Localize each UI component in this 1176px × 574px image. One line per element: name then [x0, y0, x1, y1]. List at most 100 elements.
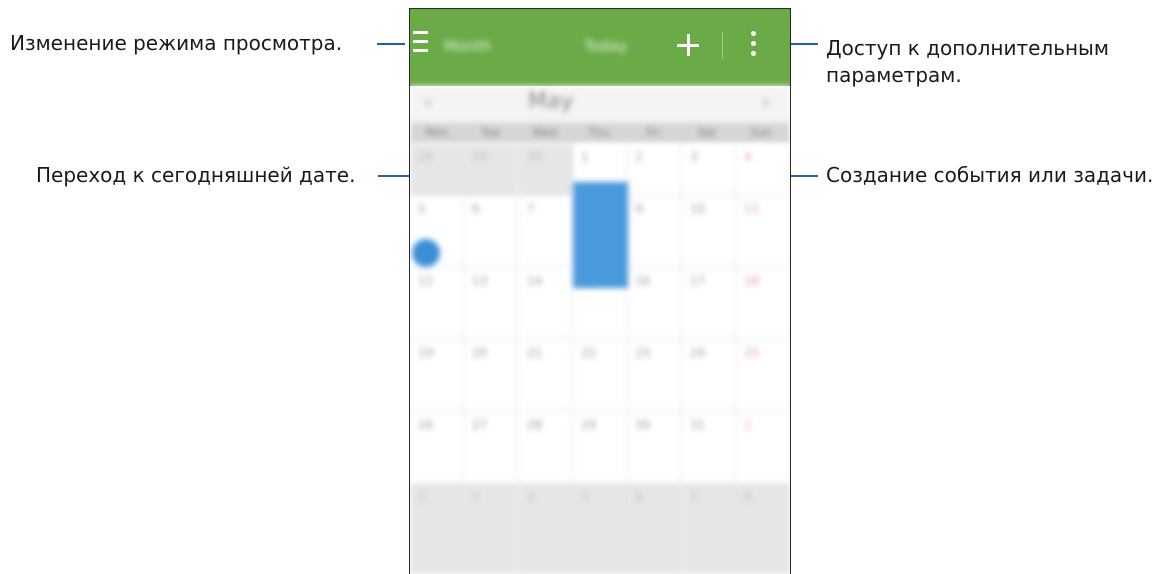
day-number: 24: [690, 346, 706, 360]
calendar-day-cell[interactable]: 1: [736, 412, 790, 484]
view-mode-label[interactable]: Month: [444, 37, 491, 55]
day-number: 3: [472, 490, 480, 504]
today-marker: [412, 239, 440, 267]
calendar-day-cell[interactable]: 29: [573, 412, 627, 484]
weekday-label: Wed: [533, 126, 557, 139]
calendar-day-cell[interactable]: 4: [736, 144, 790, 196]
day-number: 2: [418, 490, 426, 504]
phone-screen: Month Today ‹ May › Mon Tue Wed Thu Fri Sat Su…: [409, 8, 791, 574]
more-options-icon[interactable]: [751, 29, 757, 59]
calendar-day-cell[interactable]: 16: [627, 268, 681, 340]
weekday-header: Mon Tue Wed Thu Fri Sat Sun: [410, 122, 790, 144]
calendar-day-cell[interactable]: 3: [682, 144, 736, 196]
calendar-day-cell[interactable]: 29: [464, 144, 518, 196]
calendar-day-cell[interactable]: 25: [736, 340, 790, 412]
calendar-day-cell[interactable]: 27: [464, 412, 518, 484]
day-number: 6: [472, 202, 480, 216]
day-number: 27: [472, 418, 488, 432]
day-number: 12: [418, 274, 434, 288]
weekday-label: Sun: [750, 126, 772, 139]
calendar-day-cell[interactable]: 8: [736, 484, 790, 574]
annotation-today: Переход к сегодняшней дате.: [36, 163, 356, 187]
day-number: 19: [418, 346, 434, 360]
day-number: 18: [744, 274, 760, 288]
calendar-day-cell[interactable]: 4: [519, 484, 573, 574]
calendar-day-cell[interactable]: 7: [682, 484, 736, 574]
month-navigation: ‹ May ›: [410, 86, 790, 122]
day-number: 28: [527, 418, 543, 432]
calendar-day-cell[interactable]: 19: [410, 340, 464, 412]
month-title: May: [528, 89, 574, 114]
next-month-arrow[interactable]: ›: [762, 90, 770, 114]
day-number: 7: [527, 202, 535, 216]
day-number: 4: [527, 490, 535, 504]
add-icon[interactable]: [677, 34, 699, 56]
calendar-day-cell[interactable]: 17: [682, 268, 736, 340]
calendar-day-cell[interactable]: 31: [682, 412, 736, 484]
calendar-day-cell[interactable]: 23: [627, 340, 681, 412]
calendar-day-cell[interactable]: 28: [519, 412, 573, 484]
action-bar: Month Today: [410, 9, 790, 86]
calendar-day-cell[interactable]: 21: [519, 340, 573, 412]
day-number: 28: [418, 150, 434, 164]
calendar-day-cell[interactable]: 18: [736, 268, 790, 340]
day-number: 29: [581, 418, 597, 432]
calendar-day-cell[interactable]: 14: [519, 268, 573, 340]
calendar-day-cell[interactable]: 28: [410, 144, 464, 196]
day-number: 25: [744, 346, 760, 360]
day-number: 17: [690, 274, 706, 288]
calendar-day-cell[interactable]: 6: [464, 196, 518, 268]
day-number: 9: [635, 202, 643, 216]
day-number: 7: [690, 490, 698, 504]
today-button[interactable]: Today: [584, 37, 627, 55]
action-bar-divider: [722, 31, 723, 59]
weekday-label: Thu: [588, 126, 610, 139]
day-number: 1: [744, 418, 752, 432]
calendar-event[interactable]: [573, 182, 628, 288]
day-number: 22: [581, 346, 597, 360]
calendar-day-cell[interactable]: 13: [464, 268, 518, 340]
day-number: 31: [690, 418, 706, 432]
calendar-day-cell[interactable]: 30: [519, 144, 573, 196]
calendar-day-cell[interactable]: 26: [410, 412, 464, 484]
day-number: 1: [581, 150, 589, 164]
prev-month-arrow[interactable]: ‹: [424, 90, 432, 114]
day-number: 30: [635, 418, 651, 432]
calendar-day-cell[interactable]: 3: [464, 484, 518, 574]
calendar-day-cell[interactable]: 5: [573, 484, 627, 574]
calendar-day-cell[interactable]: 30: [627, 412, 681, 484]
calendar-day-cell[interactable]: 2: [627, 144, 681, 196]
calendar-day-cell[interactable]: 24: [682, 340, 736, 412]
calendar-day-cell[interactable]: 6: [627, 484, 681, 574]
annotation-more-options-line2: параметрам.: [826, 63, 962, 87]
calendar-day-cell[interactable]: 20: [464, 340, 518, 412]
day-number: 30: [527, 150, 543, 164]
annotation-more-options: Доступ к дополнительным параметрам.: [826, 35, 1109, 89]
calendar-day-cell[interactable]: 22: [573, 340, 627, 412]
day-number: 10: [690, 202, 706, 216]
calendar-day-cell[interactable]: 2: [410, 484, 464, 574]
day-number: 2: [635, 150, 643, 164]
weekday-label: Sat: [697, 126, 717, 139]
menu-icon[interactable]: [413, 30, 431, 56]
day-number: 29: [472, 150, 488, 164]
calendar-day-cell[interactable]: 10: [682, 196, 736, 268]
day-number: 5: [418, 202, 426, 216]
weekday-label: Fri: [646, 126, 660, 139]
calendar-day-cell[interactable]: 9: [627, 196, 681, 268]
day-number: 23: [635, 346, 651, 360]
day-number: 14: [527, 274, 543, 288]
day-number: 16: [635, 274, 651, 288]
annotation-more-options-line1: Доступ к дополнительным: [826, 36, 1109, 60]
day-number: 26: [418, 418, 434, 432]
day-number: 20: [472, 346, 488, 360]
callout-line-view-mode: [377, 43, 405, 45]
calendar-day-cell[interactable]: 7: [519, 196, 573, 268]
calendar-day-cell[interactable]: 12: [410, 268, 464, 340]
day-number: 5: [581, 490, 589, 504]
calendar-day-cell[interactable]: 11: [736, 196, 790, 268]
weekday-label: Mon: [425, 126, 449, 139]
day-number: 4: [744, 150, 752, 164]
day-number: 3: [690, 150, 698, 164]
annotation-create: Создание события или задачи.: [826, 163, 1154, 187]
